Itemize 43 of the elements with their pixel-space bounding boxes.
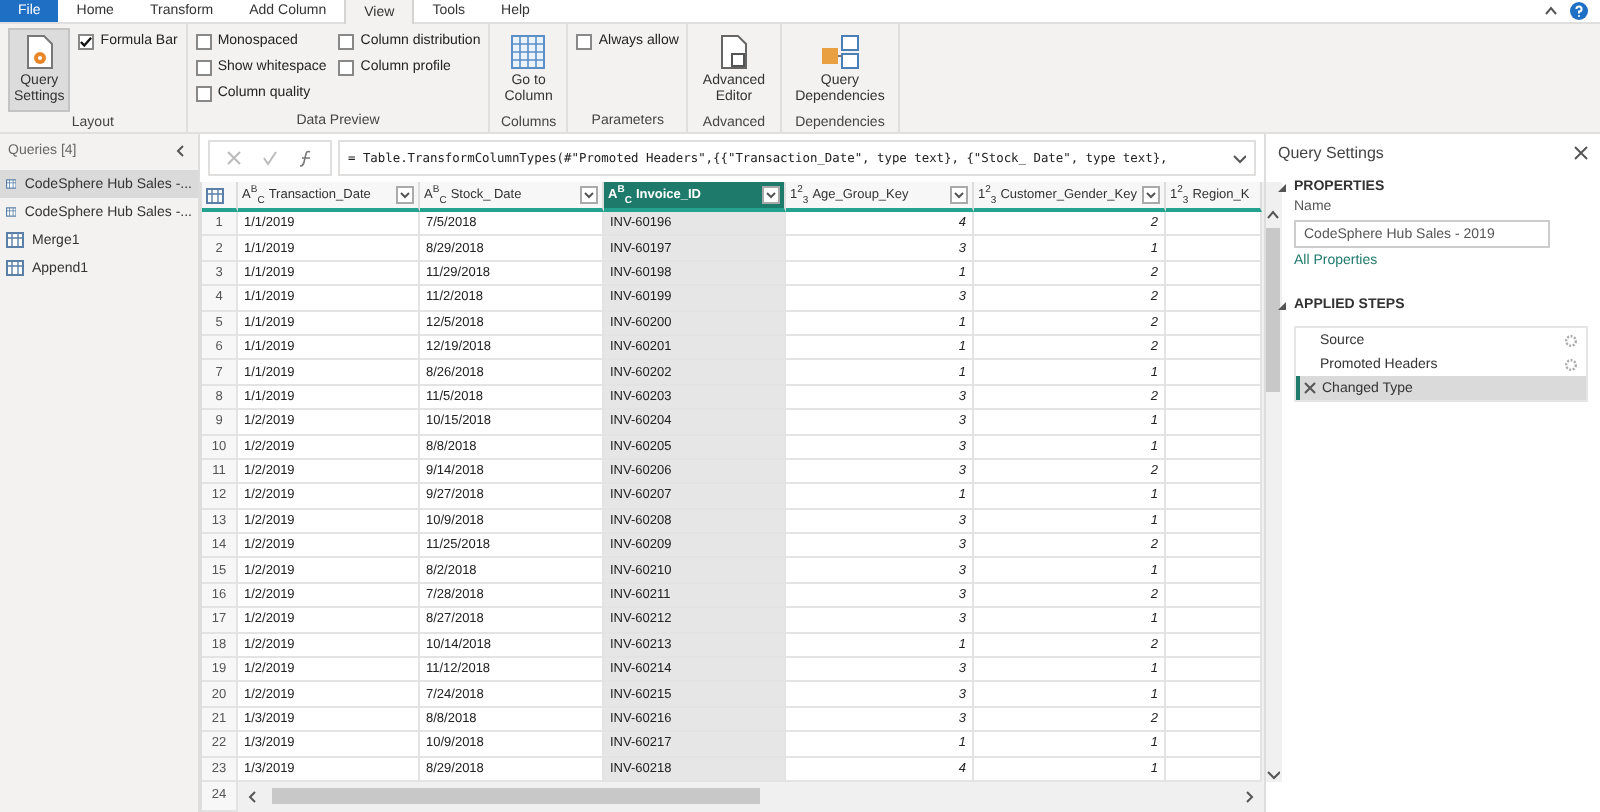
checkbox[interactable]: [338, 59, 355, 75]
caret-icon: [952, 188, 966, 202]
filter-dropdown[interactable]: [396, 186, 414, 204]
scroll-left-icon: [246, 789, 260, 804]
table-icon: [6, 176, 17, 192]
caret-icon: [398, 188, 412, 202]
table-icon: [6, 204, 17, 220]
caret-icon: [1232, 151, 1246, 165]
table-grid-icon: [510, 34, 547, 70]
caret-icon: [1144, 188, 1158, 202]
filter-dropdown[interactable]: [762, 186, 780, 204]
close-icon[interactable]: [1574, 146, 1588, 160]
checkbox[interactable]: [338, 33, 355, 49]
caret-icon: [764, 188, 778, 202]
caret-icon: [582, 188, 596, 202]
checkbox[interactable]: [195, 85, 212, 101]
filter-dropdown[interactable]: [580, 186, 598, 204]
scroll-up-icon: [1265, 208, 1279, 222]
delete-icon[interactable]: [1304, 382, 1316, 394]
scroll-down-icon: [1265, 767, 1279, 782]
dependencies-icon: [819, 34, 860, 70]
table-menu-button[interactable]: [202, 182, 238, 212]
collapse-triangle-icon: [1278, 183, 1286, 191]
scroll-right-icon: [1242, 789, 1256, 804]
filter-dropdown[interactable]: [1142, 186, 1160, 204]
checkbox[interactable]: [195, 33, 212, 49]
panel-title: Query Settings: [1278, 144, 1384, 162]
collapse-ribbon-icon: [1544, 4, 1558, 18]
function-icon[interactable]: [298, 149, 314, 167]
filter-dropdown[interactable]: [950, 186, 968, 204]
document-icon: [717, 34, 750, 70]
checkbox[interactable]: [195, 59, 212, 75]
checkbox[interactable]: [576, 33, 593, 49]
table-icon: [6, 232, 24, 248]
checkbox[interactable]: [78, 33, 95, 49]
collapse-icon: [174, 144, 188, 158]
table-menu-icon: [206, 187, 224, 203]
check-icon[interactable]: [262, 150, 278, 166]
collapse-triangle-icon: [1278, 301, 1286, 309]
settings-document-icon: [23, 34, 56, 70]
scrollbar-thumb[interactable]: [272, 788, 760, 805]
table-icon: [6, 260, 24, 276]
help-icon[interactable]: [1570, 2, 1588, 20]
